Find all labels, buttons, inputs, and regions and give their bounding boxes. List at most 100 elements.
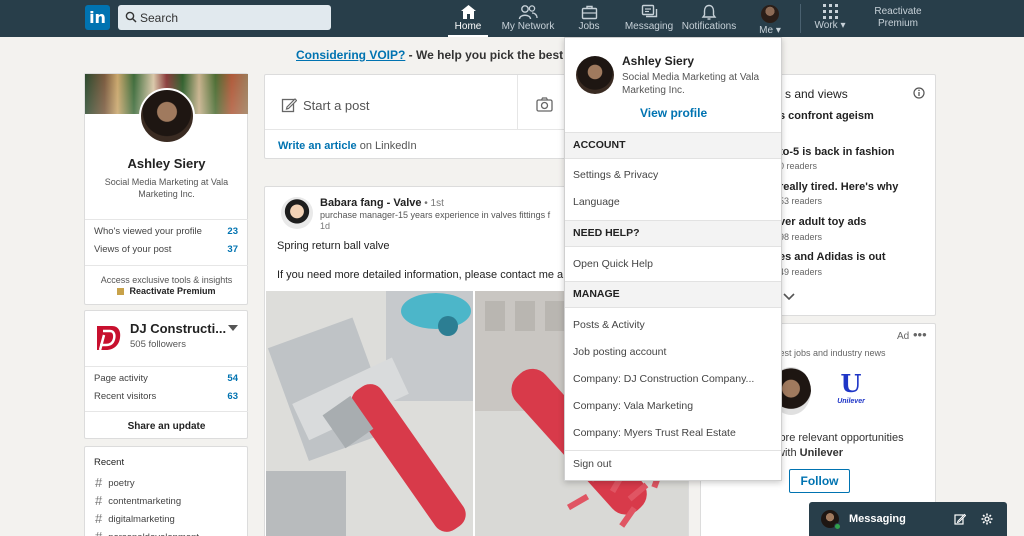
messaging-icon (641, 4, 657, 18)
news-readers: 49 readers (779, 267, 823, 277)
news-item[interactable]: s confront ageism (779, 110, 874, 122)
recent-hashtag[interactable]: # digitalmarketing (95, 511, 175, 526)
nav-messaging-label: Messaging (624, 21, 674, 32)
menu-posts-activity[interactable]: Posts & Activity (573, 319, 645, 331)
view-profile-link[interactable]: View profile (640, 106, 707, 120)
nav-jobs-label: Jobs (578, 21, 600, 32)
poster-name[interactable]: Babara fang - Valve • 1st (320, 197, 444, 209)
nav-notifications-label: Notifications (681, 21, 737, 32)
compose-icon[interactable] (954, 513, 966, 525)
promo-banner[interactable]: Considering VOIP? - We help you pick the… (296, 48, 583, 62)
profile-avatar[interactable] (139, 88, 195, 144)
promo-text: - We help you pick the best VC (405, 48, 584, 62)
recent-hashtag[interactable]: # contentmarketing (95, 493, 181, 508)
ad-tagline: test jobs and industry news (777, 348, 886, 358)
edit-icon (281, 98, 298, 113)
caret-down-icon[interactable] (228, 325, 238, 331)
search-icon (125, 11, 137, 23)
promo-link[interactable]: Considering VOIP? (296, 48, 405, 62)
menu-language[interactable]: Language (573, 196, 620, 208)
nav-me-label: Me ▾ (759, 25, 781, 36)
news-title: s and views (785, 87, 848, 101)
menu-job-posting-account[interactable]: Job posting account (573, 346, 666, 358)
nav-my-network[interactable]: My Network (500, 0, 556, 37)
nav-messaging[interactable]: Messaging (622, 0, 676, 37)
company-name[interactable]: DJ Constructi... (130, 321, 226, 336)
nav-my-network-label: My Network (501, 21, 555, 32)
stat-page-activity[interactable]: Page activity 54 (94, 373, 238, 384)
me-avatar (761, 5, 779, 23)
chevron-down-icon[interactable] (783, 293, 795, 300)
gear-icon[interactable] (981, 513, 993, 525)
profile-name[interactable]: Ashley Siery (85, 156, 248, 171)
hashtag-icon: # (95, 529, 102, 536)
write-article-row[interactable]: Write an article on LinkedIn (278, 140, 417, 152)
menu-settings-privacy[interactable]: Settings & Privacy (573, 169, 658, 181)
messaging-label[interactable]: Messaging (849, 513, 906, 525)
post-time: 1d (320, 221, 331, 231)
dropdown-avatar[interactable] (576, 56, 614, 94)
nav-me[interactable]: Me ▾ (754, 0, 786, 37)
nav-home[interactable]: Home (448, 0, 488, 37)
stat-post-views[interactable]: Views of your post 37 (94, 244, 238, 255)
post-photo-valve-1[interactable] (266, 291, 473, 536)
divider (517, 75, 518, 129)
linkedin-logo[interactable]: in (85, 5, 110, 30)
search-box[interactable] (118, 5, 331, 30)
poster-avatar[interactable] (281, 197, 313, 229)
dropdown-name: Ashley Siery (622, 54, 695, 68)
hashtag-icon: # (95, 493, 103, 508)
me-dropdown-menu: Ashley Siery Social Media Marketing at V… (564, 37, 782, 481)
stat-recent-visitors[interactable]: Recent visitors 63 (94, 391, 238, 402)
hashtag-icon: # (95, 511, 103, 526)
write-article-link[interactable]: Write an article (278, 140, 357, 152)
poster-headline: purchase manager-15 years experience in … (320, 210, 551, 220)
recent-hashtag[interactable]: #personaldevelopment (95, 529, 199, 536)
bell-icon (701, 4, 717, 20)
info-icon[interactable] (913, 87, 925, 99)
follow-button[interactable]: Follow (789, 469, 850, 493)
news-readers: 0 readers (779, 161, 818, 171)
hashtag-icon: # (95, 475, 103, 490)
recent-hashtag[interactable]: # poetry (95, 475, 135, 490)
premium-badge-icon (117, 288, 125, 295)
reactivate-premium-link[interactable]: Reactivate Premium (864, 6, 932, 30)
section-manage: MANAGE (565, 281, 781, 308)
news-item[interactable]: ver adult toy ads (779, 216, 866, 228)
menu-open-quick-help[interactable]: Open Quick Help (573, 258, 653, 270)
company-card: DJ Constructi... 505 followers Page acti… (84, 310, 248, 439)
dropdown-headline: Social Media Marketing at Vala Marketing… (622, 72, 760, 96)
nav-notifications[interactable]: Notifications (680, 0, 738, 37)
news-item[interactable]: es and Adidas is out (779, 251, 886, 263)
work-caret-icon: ▾ (840, 20, 846, 31)
news-readers: 98 readers (779, 232, 823, 242)
section-need-help: NEED HELP? (565, 220, 781, 247)
menu-company-dj-construction[interactable]: Company: DJ Construction Company... (573, 373, 754, 385)
news-item[interactable]: to-5 is back in fashion (779, 146, 895, 158)
nav-jobs[interactable]: Jobs (570, 0, 608, 37)
profile-headline: Social Media Marketing at Vala Marketing… (104, 177, 229, 199)
company-followers: 505 followers (130, 339, 186, 350)
briefcase-icon (581, 5, 597, 20)
reactivate-premium-button[interactable]: Reactivate Premium (85, 286, 248, 296)
stat-profile-views[interactable]: Who's viewed your profile 23 (94, 226, 238, 237)
menu-sign-out[interactable]: Sign out (573, 458, 612, 470)
ad-message: lore relevant opportunities with Unileve… (777, 432, 904, 459)
messaging-dock[interactable]: Messaging (809, 502, 1007, 536)
camera-icon[interactable] (536, 97, 553, 112)
menu-company-myers-trust[interactable]: Company: Myers Trust Real Estate (573, 427, 736, 439)
my-network-icon (518, 5, 538, 20)
post-text: If you need more detailed information, p… (277, 269, 564, 281)
menu-company-vala-marketing[interactable]: Company: Vala Marketing (573, 400, 693, 412)
nav-work-label: Work ▾ (814, 20, 846, 31)
share-update-button[interactable]: Share an update (85, 421, 248, 432)
nav-work[interactable]: Work ▾ (810, 0, 850, 37)
post-text: Spring return ball valve (277, 240, 390, 252)
grid-icon (822, 4, 838, 19)
divider (85, 411, 248, 412)
divider (85, 366, 248, 367)
search-input[interactable] (140, 5, 325, 30)
more-options-icon[interactable]: ••• (913, 327, 927, 342)
news-item[interactable]: really tired. Here's why (779, 181, 898, 193)
start-post-button[interactable]: Start a post (281, 97, 369, 113)
